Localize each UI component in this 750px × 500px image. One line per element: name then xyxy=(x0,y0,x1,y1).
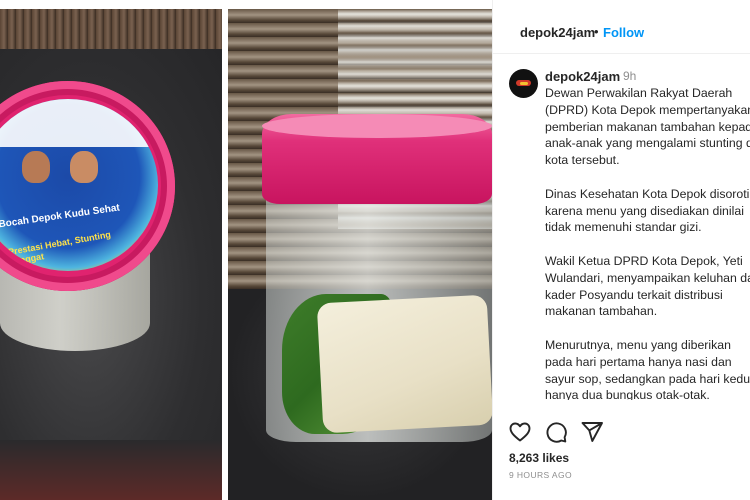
follow-button[interactable]: Follow xyxy=(603,25,644,40)
avatar[interactable] xyxy=(509,69,538,98)
like-count[interactable]: 8,263 likes xyxy=(509,451,569,465)
jar-with-label: Bocah Depok Kudu Sehat Prestasi Hebat, S… xyxy=(0,61,175,351)
photo-left-jar-lid: Bocah Depok Kudu Sehat Prestasi Hebat, S… xyxy=(0,9,222,500)
post-header: depok24jam • Follow xyxy=(493,0,750,54)
background-blinds xyxy=(0,9,222,49)
label-logo-band xyxy=(0,99,158,147)
image-top-gap xyxy=(0,0,492,9)
heart-icon[interactable] xyxy=(508,420,532,444)
background-floor xyxy=(0,440,222,500)
post-time-ago[interactable]: 9 HOURS AGO xyxy=(509,470,572,480)
comment-icon[interactable] xyxy=(544,420,568,444)
post-side-panel: depok24jam • Follow depok24jam 9h Dewan … xyxy=(492,0,750,500)
open-jar xyxy=(262,114,492,444)
caption-timestamp[interactable]: 9h xyxy=(623,69,636,83)
post-image-carousel[interactable]: Bocah Depok Kudu Sehat Prestasi Hebat, S… xyxy=(0,0,492,500)
label-portrait-1 xyxy=(22,151,50,183)
jar-lid-rim xyxy=(262,114,492,138)
header-username[interactable]: depok24jam xyxy=(520,25,595,40)
photo-right-jar-contents xyxy=(228,9,492,500)
post-actions-bar xyxy=(493,420,750,446)
header-separator: • xyxy=(594,24,599,39)
food-item xyxy=(316,294,492,434)
label-portrait-2 xyxy=(70,151,98,183)
post-caption: depok24jam 9h Dewan Perwakilan Rakyat Da… xyxy=(493,55,750,400)
jar-label-sticker: Bocah Depok Kudu Sehat Prestasi Hebat, S… xyxy=(0,99,158,271)
share-icon[interactable] xyxy=(580,420,604,444)
caption-username[interactable]: depok24jam xyxy=(545,69,620,84)
avatar-logo-accent xyxy=(520,82,528,85)
caption-text: Dewan Perwakilan Rakyat Daerah (DPRD) Ko… xyxy=(545,86,750,400)
